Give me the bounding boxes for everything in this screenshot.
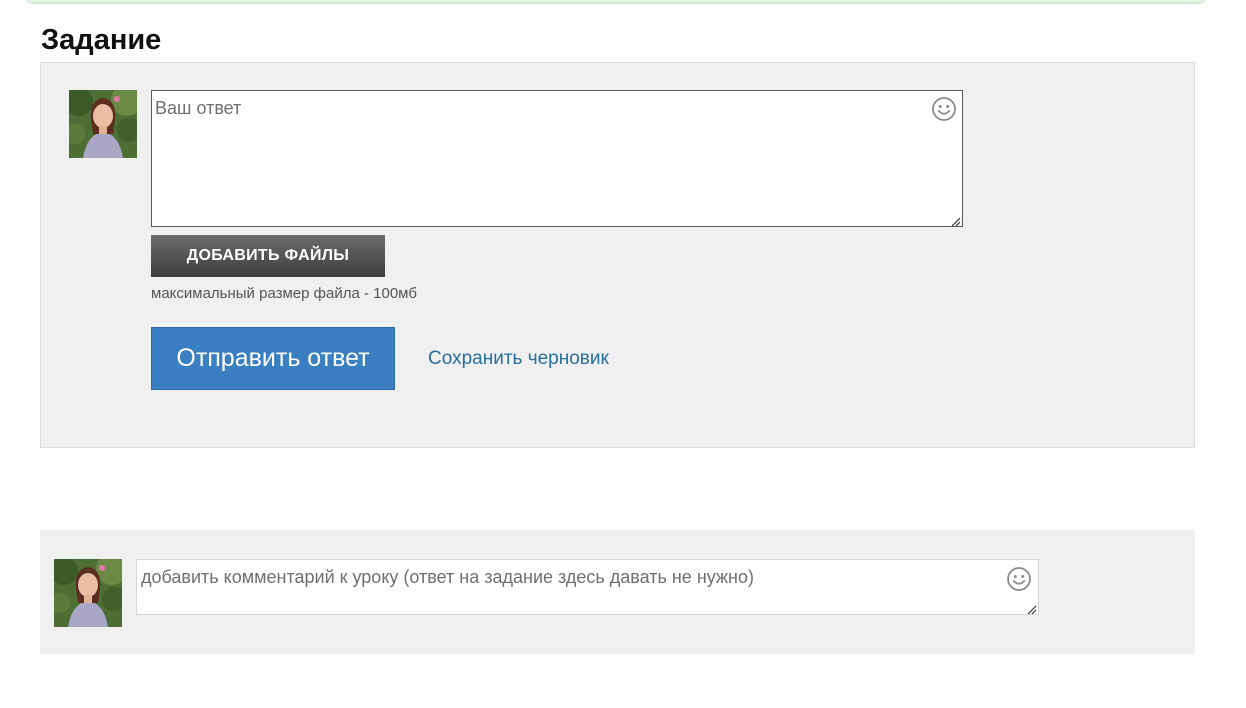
comment-panel	[40, 530, 1195, 654]
answer-box	[151, 90, 963, 227]
user-avatar	[54, 559, 122, 627]
task-answer-panel: ДОБАВИТЬ ФАЙЛЫ максимальный размер файла…	[40, 62, 1195, 448]
add-files-button[interactable]: ДОБАВИТЬ ФАЙЛЫ	[151, 235, 385, 277]
resize-handle-icon[interactable]	[1026, 602, 1037, 615]
file-size-hint: максимальный размер файла - 100мб	[151, 285, 417, 302]
comment-box	[136, 559, 1039, 615]
answer-textarea[interactable]	[152, 91, 962, 226]
smiley-icon[interactable]	[1006, 566, 1032, 592]
smiley-icon[interactable]	[931, 96, 957, 122]
section-title: Задание	[41, 24, 162, 56]
save-draft-link[interactable]: Сохранить черновик	[428, 348, 609, 370]
page: Задание Ваш ответ ДОБАВИТЬ ФАЙЛЫ максима…	[0, 0, 1246, 708]
comment-textarea[interactable]	[137, 560, 1038, 614]
submit-answer-button[interactable]: Отправить ответ	[151, 327, 395, 390]
user-avatar	[69, 90, 137, 158]
top-notice-strip	[24, 0, 1208, 4]
resize-handle-icon[interactable]	[950, 214, 961, 227]
